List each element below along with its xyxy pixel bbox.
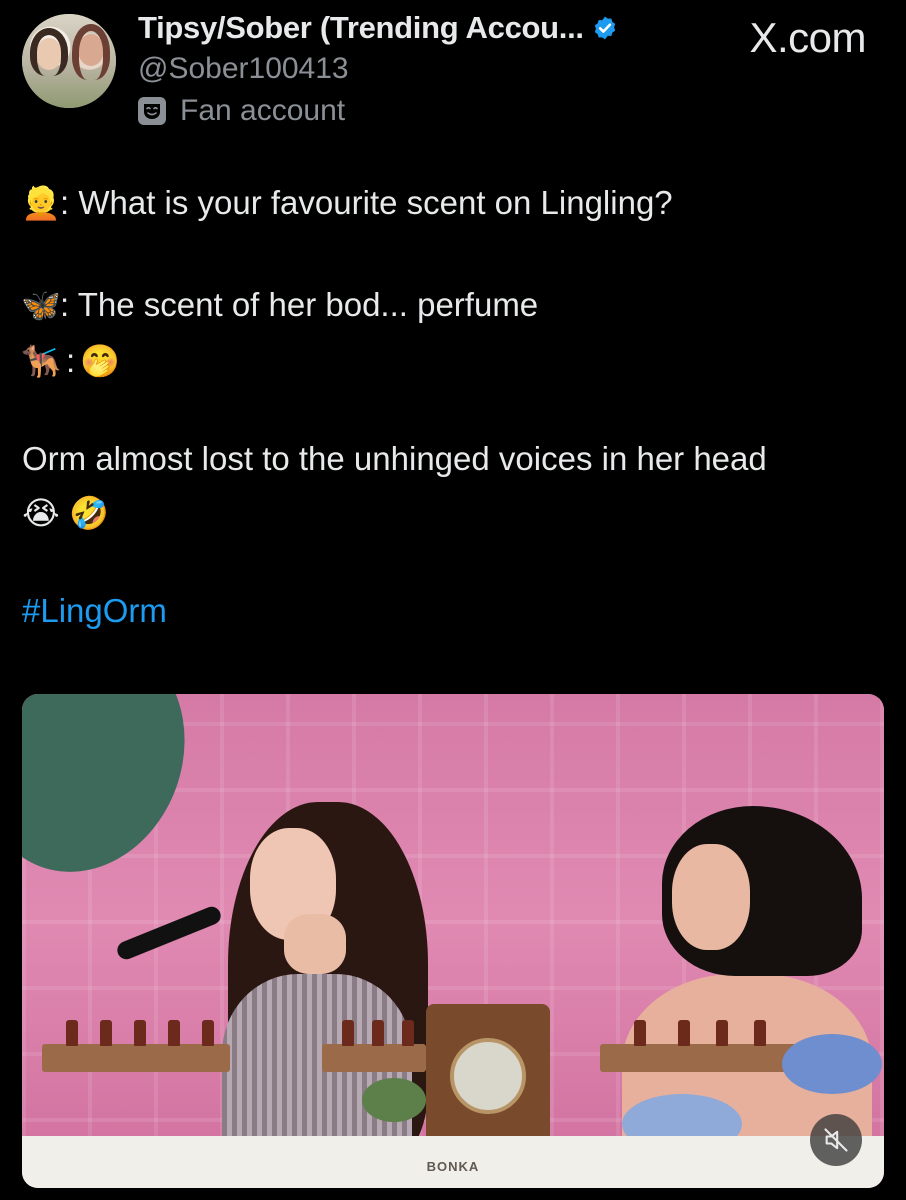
post-line-5: 😭 🤣 bbox=[22, 494, 109, 532]
theater-mask-icon bbox=[138, 97, 166, 125]
answer-text: : The scent of her bod... perfume bbox=[60, 286, 539, 323]
loudly-crying-emoji: 😭 bbox=[22, 494, 60, 532]
service-dog-emoji: 🐕‍🦺 bbox=[21, 342, 61, 380]
post-line-2: 🦋 : The scent of her bod... perfume bbox=[21, 286, 539, 324]
hand-over-mouth-emoji: 🤭 bbox=[80, 342, 121, 380]
post-line-4: Orm almost lost to the unhinged voices i… bbox=[22, 440, 767, 478]
name-row: Tipsy/Sober (Trending Accou... bbox=[138, 10, 618, 46]
verified-badge-icon bbox=[594, 16, 615, 40]
plant-pot bbox=[362, 1078, 426, 1122]
flower-arrangement-right bbox=[782, 1034, 882, 1094]
video-media[interactable]: BONKA bbox=[22, 694, 884, 1188]
question-text: : What is your favourite scent on Lingli… bbox=[60, 184, 673, 221]
post-line-1: 👱 : What is your favourite scent on Ling… bbox=[21, 184, 673, 222]
avatar[interactable] bbox=[22, 14, 116, 108]
butterfly-emoji: 🦋 bbox=[21, 286, 61, 324]
separator-colon: : bbox=[66, 342, 76, 379]
affiliation-row: Fan account bbox=[138, 94, 345, 128]
post-line-6: #LingOrm bbox=[22, 592, 167, 630]
comment-text: Orm almost lost to the unhinged voices i… bbox=[22, 440, 767, 477]
person-right-face bbox=[672, 844, 750, 950]
display-name[interactable]: Tipsy/Sober (Trending Accou... bbox=[138, 10, 584, 46]
wooden-clock bbox=[426, 1004, 550, 1140]
person-blond-emoji: 👱 bbox=[21, 184, 61, 222]
perfume-shelf-middle bbox=[322, 1044, 426, 1072]
hashtag-link[interactable]: #LingOrm bbox=[22, 592, 167, 630]
muted-speaker-icon[interactable] bbox=[810, 1114, 862, 1166]
perfume-shelf-left bbox=[42, 1044, 230, 1072]
user-handle[interactable]: @Sober100413 bbox=[138, 52, 349, 86]
source-watermark: X.com bbox=[749, 14, 866, 61]
clock-face bbox=[450, 1038, 526, 1114]
rolling-laughing-emoji: 🤣 bbox=[69, 494, 109, 532]
post-line-3: 🐕‍🦺 : 🤭 bbox=[21, 342, 121, 380]
post-header: Tipsy/Sober (Trending Accou... @Sober100… bbox=[0, 0, 906, 140]
table-brand-label: BONKA bbox=[426, 1159, 480, 1174]
affiliation-label: Fan account bbox=[180, 94, 346, 127]
perfume-shelf-right bbox=[600, 1044, 800, 1072]
person-left-hand bbox=[284, 914, 346, 974]
